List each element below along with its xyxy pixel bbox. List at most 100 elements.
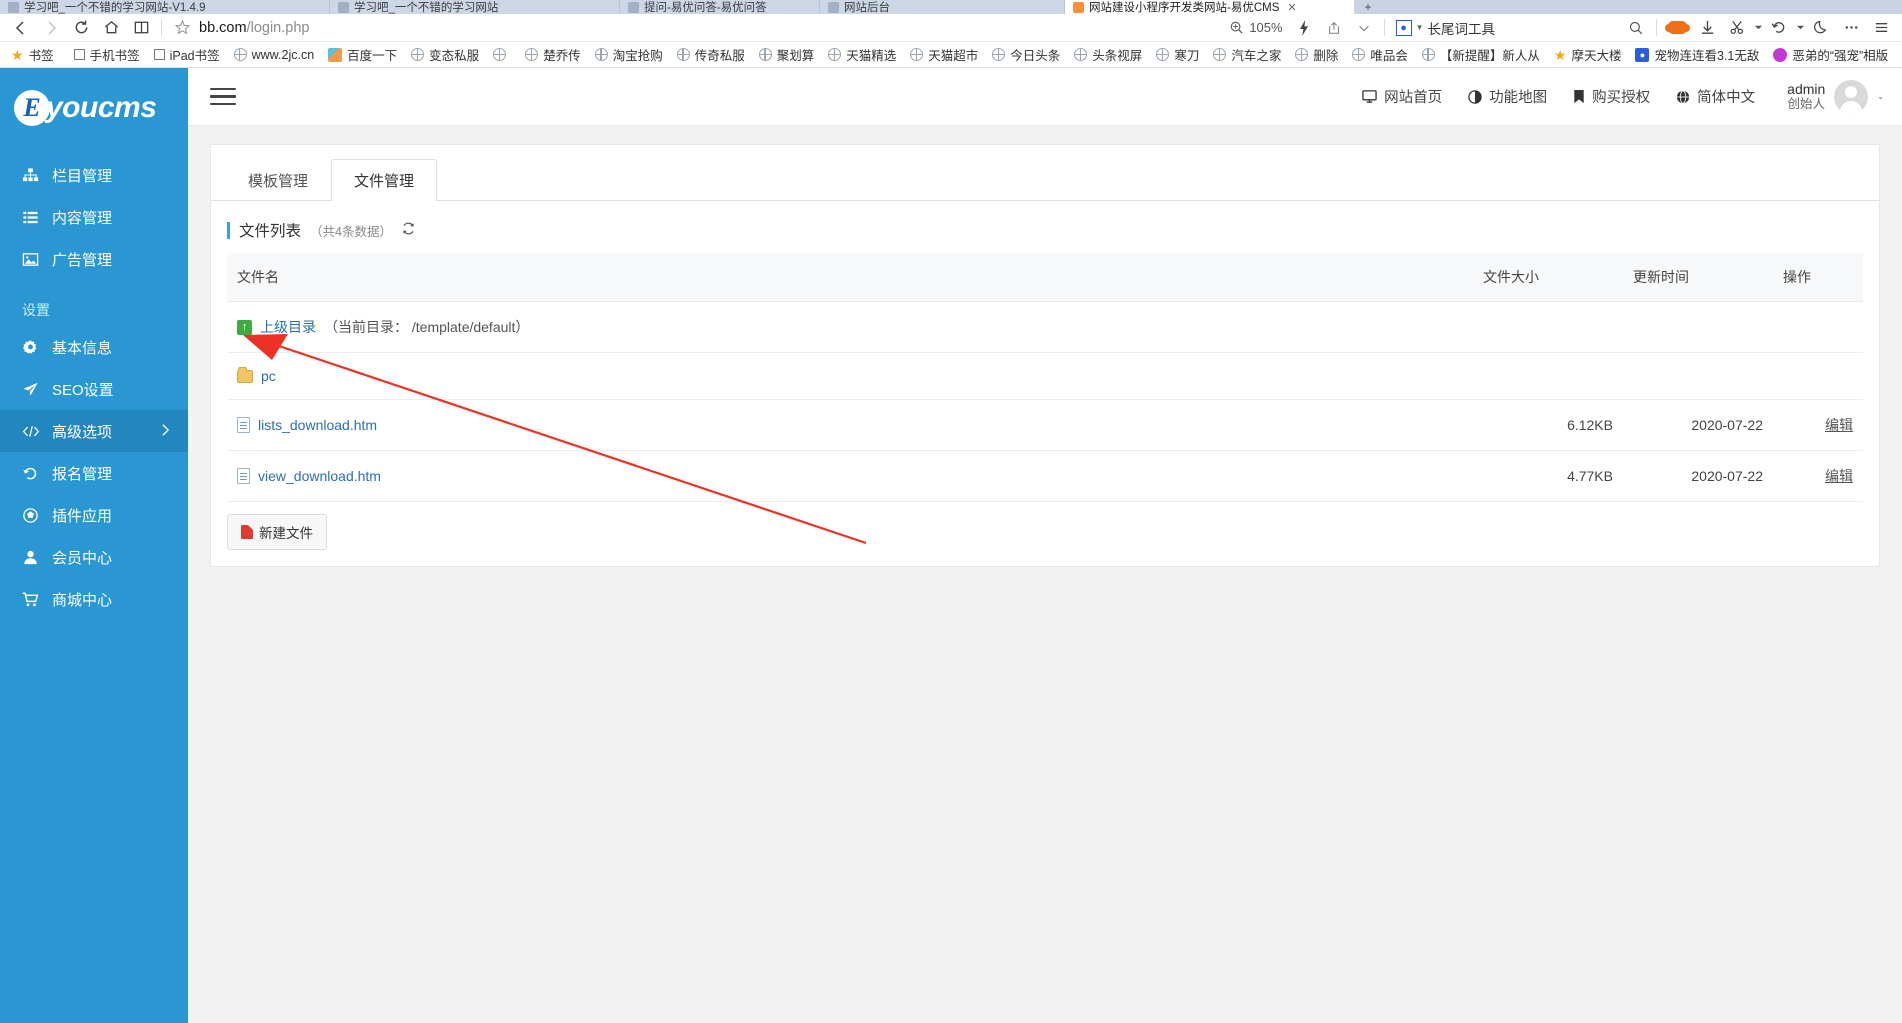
bookmark-item[interactable]: 天猫超市 <box>903 44 985 66</box>
browser-tab[interactable]: 网站后台 <box>820 0 1065 14</box>
topbar-link-site-home[interactable]: 网站首页 <box>1362 86 1442 107</box>
topbar-link-feature-map[interactable]: 功能地图 <box>1468 86 1547 107</box>
moon-icon[interactable] <box>1806 15 1836 41</box>
parent-directory-link[interactable]: 上级目录 <box>260 317 316 337</box>
bookmark-item[interactable]: iPad书签 <box>147 44 227 66</box>
table-row[interactable]: view_download.htm 4.77KB 2020-07-22 编辑 <box>227 450 1863 502</box>
tab-template-management[interactable]: 模板管理 <box>225 159 331 201</box>
tab-close-icon[interactable]: ✕ <box>1287 1 1296 14</box>
tab-favicon <box>8 1 19 13</box>
topbar-link-language[interactable]: 简体中文 <box>1676 86 1755 107</box>
bookmark-item[interactable]: 淘宝抢购 <box>588 44 670 66</box>
cell-filesize: 4.77KB <box>1473 450 1623 502</box>
bookmark-item[interactable]: ★ 书签 <box>4 44 61 66</box>
tab-file-management[interactable]: 文件管理 <box>331 159 438 201</box>
bookmark-item[interactable]: 变态私服 <box>404 44 486 66</box>
bookmark-item[interactable]: 手机书签 <box>67 44 147 66</box>
sidebar-item-content-management[interactable]: 内容管理 <box>0 196 188 238</box>
column-header-action: 操作 <box>1773 253 1863 302</box>
bookmark-item[interactable]: 头条视屏 <box>1067 44 1149 66</box>
sidebar-item-registration-management[interactable]: 报名管理 <box>0 452 188 494</box>
home-icon[interactable] <box>96 15 126 41</box>
browser-tab-active[interactable]: 网站建设小程序开发类网站-易优CMS ✕ <box>1065 0 1355 14</box>
bookmark-item[interactable]: 唯品会 <box>1345 44 1415 66</box>
file-link[interactable]: lists_download.htm <box>258 417 377 433</box>
table-row[interactable]: 上级目录 （当前目录： /template/default） <box>227 301 1863 353</box>
browser-tab[interactable]: 学习吧_一个不错的学习网站-V1.4.9 <box>0 0 330 14</box>
bookmark-item[interactable]: 天猫精选 <box>821 44 903 66</box>
user-menu[interactable]: admin 创始人 ⌄ <box>1787 79 1884 114</box>
bookmark-item[interactable]: ★ 摩天大楼 <box>1547 44 1629 66</box>
folder-link-pc[interactable]: pc <box>261 368 276 384</box>
globe-icon <box>493 48 507 61</box>
bookmark-item[interactable]: 删除 <box>1288 44 1345 66</box>
globe-icon <box>828 48 842 61</box>
bookmark-item[interactable]: www.2jc.cn <box>227 44 322 66</box>
chevron-down-icon[interactable]: ⌄ <box>1877 92 1884 101</box>
topbar-link-buy-license[interactable]: 购买授权 <box>1573 86 1650 107</box>
sidebar-item-seo-settings[interactable]: SEO设置 <box>0 368 188 410</box>
bookmark-item[interactable]: 百度一下 <box>321 44 404 66</box>
lightning-icon[interactable] <box>1289 15 1319 41</box>
new-file-button[interactable]: 新建文件 <box>227 514 327 550</box>
chevron-down-icon[interactable] <box>1794 15 1806 41</box>
table-row[interactable]: pc <box>227 352 1863 400</box>
address-bar[interactable]: bb.com/login.php <box>197 15 1223 41</box>
sidebar-item-plugin-apps[interactable]: 插件应用 <box>0 494 188 536</box>
search-icon[interactable] <box>1621 15 1651 41</box>
share-icon[interactable] <box>1319 15 1349 41</box>
refresh-icon[interactable] <box>401 221 416 239</box>
sidebar-item-shop-center[interactable]: 商城中心 <box>0 578 188 620</box>
navbar-divider <box>1383 19 1385 36</box>
bookmark-label: 天猫精选 <box>846 49 897 63</box>
bookmark-label: 寒刀 <box>1174 49 1200 63</box>
user-role: 创始人 <box>1787 97 1825 112</box>
menu-toggle-button[interactable] <box>210 87 236 106</box>
file-link[interactable]: view_download.htm <box>258 468 381 484</box>
hamburger-menu-icon[interactable] <box>1866 15 1896 41</box>
chevron-down-icon[interactable] <box>1349 15 1379 41</box>
new-tab-button[interactable]: + <box>1355 0 1381 14</box>
bookmark-item[interactable]: 汽车之家 <box>1206 44 1288 66</box>
back-arrow-icon[interactable] <box>6 15 36 41</box>
folder-square-icon <box>153 49 165 60</box>
browser-tab[interactable]: 学习吧_一个不错的学习网站 <box>330 0 620 14</box>
edit-link[interactable]: 编辑 <box>1825 417 1853 433</box>
url-host: bb.com <box>199 19 247 36</box>
bookmark-item[interactable]: 寒刀 <box>1149 44 1206 66</box>
bookmark-item[interactable]: 聚划算 <box>752 44 822 66</box>
title-accent-bar <box>227 221 230 239</box>
chevron-down-icon[interactable] <box>1752 15 1764 41</box>
sidebar-item-label: 高级选项 <box>52 423 113 441</box>
zoom-indicator[interactable]: 105% <box>1223 20 1288 35</box>
bookmark-item[interactable]: ● 宠物连连看3.1无敌 <box>1628 44 1766 66</box>
download-icon[interactable] <box>1692 15 1722 41</box>
sidebar-item-ad-management[interactable]: 广告管理 <box>0 238 188 280</box>
scissors-icon[interactable] <box>1722 15 1752 41</box>
bookmark-item[interactable] <box>486 44 518 66</box>
gamepad-icon[interactable] <box>1662 15 1692 41</box>
bookmark-item[interactable]: 今日头条 <box>985 44 1067 66</box>
avatar[interactable] <box>1834 79 1869 114</box>
edit-link[interactable]: 编辑 <box>1825 468 1853 484</box>
sidebar-item-member-center[interactable]: 会员中心 <box>0 536 188 578</box>
more-dots-icon[interactable] <box>1836 15 1866 41</box>
sidebar-item-column-management[interactable]: 栏目管理 <box>0 154 188 196</box>
bookmark-item[interactable]: 【新提醒】新人从 <box>1415 44 1547 66</box>
table-header-row: 文件名 文件大小 更新时间 操作 <box>227 253 1863 302</box>
reload-icon[interactable] <box>66 15 96 41</box>
sidebar-item-basic-info[interactable]: 基本信息 <box>0 326 188 368</box>
undo-icon[interactable] <box>1764 15 1794 41</box>
bookmark-item[interactable]: 楚乔传 <box>518 44 588 66</box>
extension-longtail-tool[interactable]: ● ▼ 长尾词工具 <box>1390 18 1501 38</box>
reader-view-icon[interactable] <box>126 15 156 41</box>
globe-icon <box>1352 48 1366 61</box>
sidebar-item-advanced-options[interactable]: 高级选项 <box>0 410 188 452</box>
bookmarks-overflow-icon[interactable]: » <box>1895 48 1902 62</box>
bookmark-item[interactable]: 传奇私服 <box>670 44 752 66</box>
star-icon[interactable] <box>167 15 197 41</box>
bookmark-item[interactable]: 恶弟的“强宠”相版 <box>1766 44 1895 66</box>
browser-tab[interactable]: 提问-易优问答-易优问答 <box>620 0 820 14</box>
logo[interactable]: E youcms <box>0 68 188 148</box>
table-row[interactable]: lists_download.htm 6.12KB 2020-07-22 编辑 <box>227 399 1863 451</box>
